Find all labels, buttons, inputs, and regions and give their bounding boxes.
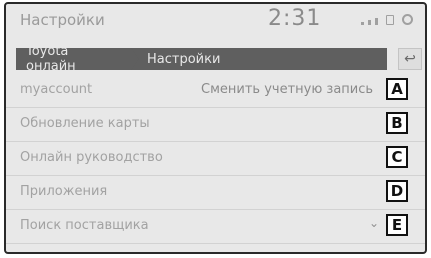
breadcrumb-item-settings: Настройки	[141, 48, 387, 70]
list-item-provider-search[interactable]: Поиск поставщика ⌄ E	[6, 210, 425, 244]
settings-list: myaccount Сменить учетную запись A Обнов…	[6, 74, 425, 244]
list-item-value: Сменить учетную запись	[201, 82, 374, 97]
signal-icon	[375, 18, 378, 25]
signal-icon	[368, 20, 371, 25]
callout-badge: D	[386, 180, 408, 202]
callout-badge: E	[386, 214, 408, 236]
status-bar: Настройки 2:31	[6, 4, 425, 38]
callout-badge: B	[386, 112, 408, 134]
breadcrumb-separator	[131, 48, 141, 70]
status-icons	[361, 14, 413, 25]
callout-badge: C	[386, 146, 408, 168]
gear-icon	[402, 14, 413, 25]
breadcrumb-label: Toyota онлайн	[26, 44, 76, 74]
back-button[interactable]: ↩	[398, 48, 422, 70]
settings-screen: Настройки 2:31 Toyota онлайн Настройки ↩…	[4, 2, 427, 254]
breadcrumb-item-toyota-online[interactable]: Toyota онлайн	[16, 48, 131, 70]
list-item-label: Приложения	[20, 184, 108, 199]
list-item-label: Онлайн руководство	[20, 150, 163, 165]
list-item-label: myaccount	[20, 82, 93, 97]
lock-icon	[386, 15, 394, 25]
list-item-label: Поиск поставщика	[20, 218, 149, 233]
breadcrumb: Toyota онлайн Настройки	[16, 48, 387, 70]
screen-title: Настройки	[20, 11, 105, 29]
list-item-myaccount[interactable]: myaccount Сменить учетную запись A	[6, 74, 425, 108]
callout-badge: A	[386, 78, 408, 100]
list-item-map-update[interactable]: Обновление карты B	[6, 108, 425, 142]
list-item-online-manual[interactable]: Онлайн руководство C	[6, 142, 425, 176]
clock: 2:31	[268, 6, 322, 31]
chevron-down-icon: ⌄	[369, 216, 380, 230]
signal-icon	[361, 22, 364, 25]
back-arrow-icon: ↩	[404, 51, 416, 67]
list-item-apps[interactable]: Приложения D	[6, 176, 425, 210]
list-item-label: Обновление карты	[20, 116, 150, 131]
breadcrumb-label: Настройки	[147, 51, 221, 67]
